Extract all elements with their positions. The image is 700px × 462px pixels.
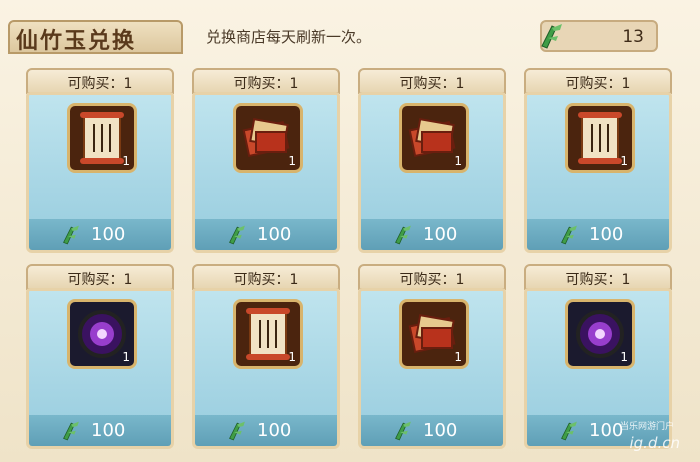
header: 仙竹玉兑换 兑换商店每天刷新一次。 13: [0, 0, 700, 60]
exchange-panel: 仙竹玉兑换 兑换商店每天刷新一次。 13 可购买：11神魔典碎片二100可购买：…: [0, 0, 700, 462]
item-count: 1: [288, 350, 296, 364]
item-body: 1蓬莱丹谱碎片五: [358, 288, 506, 432]
price-bar[interactable]: 100: [192, 219, 340, 253]
jade-bamboo-icon: [395, 421, 411, 441]
page-title: 仙竹玉兑换: [16, 29, 137, 54]
item-body: 1雷灵珠碎片一: [524, 288, 672, 432]
jade-bamboo-icon: [229, 225, 245, 245]
item-card[interactable]: 可购买：11三神创世录碎片六100: [358, 68, 506, 253]
price-bar[interactable]: 100: [358, 219, 506, 253]
jade-bamboo-icon: [561, 225, 577, 245]
jade-bamboo-icon: [63, 225, 79, 245]
currency-display: 13: [540, 20, 658, 52]
price-bar[interactable]: 100: [358, 415, 506, 449]
price-bar[interactable]: 100: [524, 219, 672, 253]
item-card[interactable]: 可购买：11剑神谱残卷碎片一100: [524, 68, 672, 253]
item-icon-frame[interactable]: 1: [399, 299, 469, 369]
item-count: 1: [620, 350, 628, 364]
purchase-limit-label: 可购买：1: [358, 264, 506, 290]
purchase-limit-label: 可购买：1: [524, 68, 672, 94]
item-price: 100: [257, 420, 292, 441]
item-price: 100: [91, 420, 126, 441]
item-icon-frame[interactable]: 1: [399, 103, 469, 173]
item-count: 1: [122, 350, 130, 364]
purchase-limit-label: 可购买：1: [192, 264, 340, 290]
item-body: 1琼华剑宗录碎片二: [192, 92, 340, 236]
item-count: 1: [454, 350, 462, 364]
item-count: 1: [122, 154, 130, 168]
jade-bamboo-icon: [561, 421, 577, 441]
item-card[interactable]: 可购买：11雷灵珠碎片三100: [26, 264, 174, 449]
item-icon-frame[interactable]: 1: [565, 103, 635, 173]
purchase-limit-label: 可购买：1: [26, 264, 174, 290]
jade-bamboo-icon: [229, 421, 245, 441]
item-body: 1剑神谱残卷碎片一: [524, 92, 672, 236]
item-card[interactable]: 可购买：11蓬莱丹谱碎片五100: [358, 264, 506, 449]
item-card[interactable]: 可购买：11剑神谱残卷碎片一100: [192, 264, 340, 449]
item-price: 100: [589, 224, 624, 245]
item-icon-frame[interactable]: 1: [565, 299, 635, 369]
item-count: 1: [454, 154, 462, 168]
currency-value: 13: [622, 27, 644, 47]
price-bar[interactable]: 100: [192, 415, 340, 449]
watermark-site: ig.d.cn: [629, 434, 680, 452]
jade-bamboo-icon: [395, 225, 411, 245]
item-price: 100: [257, 224, 292, 245]
price-bar[interactable]: 100: [26, 219, 174, 253]
item-icon-frame[interactable]: 1: [233, 103, 303, 173]
item-icon-frame[interactable]: 1: [233, 299, 303, 369]
item-count: 1: [620, 154, 628, 168]
item-body: 1神魔典碎片二: [26, 92, 174, 236]
jade-bamboo-icon: [541, 24, 562, 49]
item-body: 1三神创世录碎片六: [358, 92, 506, 236]
purchase-limit-label: 可购买：1: [26, 68, 174, 94]
purchase-limit-label: 可购买：1: [192, 68, 340, 94]
price-bar[interactable]: 100: [26, 415, 174, 449]
item-price: 100: [423, 420, 458, 441]
jade-bamboo-icon: [63, 421, 79, 441]
item-body: 1剑神谱残卷碎片一: [192, 288, 340, 432]
purchase-limit-label: 可购买：1: [358, 68, 506, 94]
item-count: 1: [288, 154, 296, 168]
watermark-sub: 当乐网游门户: [619, 422, 674, 432]
item-icon-frame[interactable]: 1: [67, 103, 137, 173]
item-body: 1雷灵珠碎片三: [26, 288, 174, 432]
item-price: 100: [423, 224, 458, 245]
item-price: 100: [589, 420, 624, 441]
item-icon-frame[interactable]: 1: [67, 299, 137, 369]
purchase-limit-label: 可购买：1: [524, 264, 672, 290]
item-card[interactable]: 可购买：11神魔典碎片二100: [26, 68, 174, 253]
item-card[interactable]: 可购买：11琼华剑宗录碎片二100: [192, 68, 340, 253]
item-price: 100: [91, 224, 126, 245]
refresh-notice: 兑换商店每天刷新一次。: [206, 28, 372, 46]
